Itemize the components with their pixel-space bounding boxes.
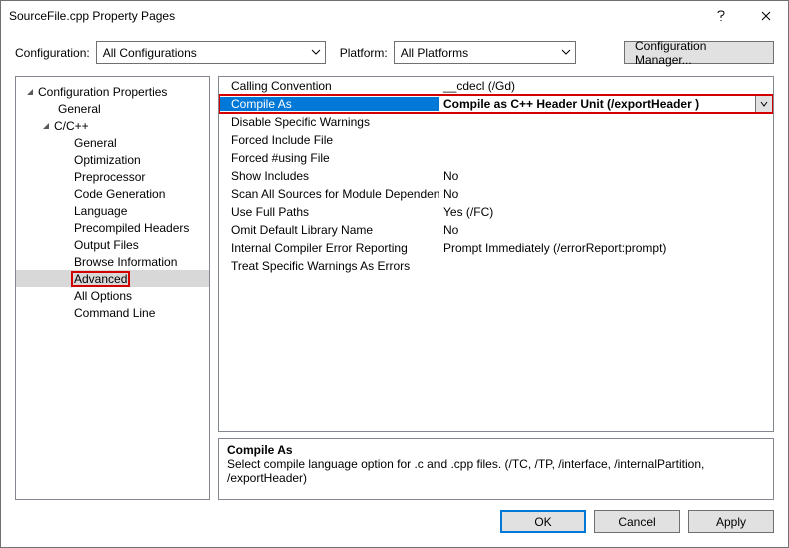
chevron-down-icon xyxy=(760,100,768,108)
tree-node-label: Command Line xyxy=(72,306,157,320)
property-pages-window: SourceFile.cpp Property Pages Configurat… xyxy=(0,0,789,548)
property-row[interactable]: Forced Include File xyxy=(219,131,773,149)
tree-node-label: General xyxy=(72,136,119,150)
property-row[interactable]: Calling Convention__cdecl (/Gd) xyxy=(219,77,773,95)
help-icon xyxy=(717,10,725,22)
property-value: No xyxy=(439,223,773,237)
tree-node-all-options[interactable]: All Options xyxy=(16,287,209,304)
help-button[interactable] xyxy=(698,1,743,31)
tree-node-optimization[interactable]: Optimization xyxy=(16,151,209,168)
property-name: Internal Compiler Error Reporting xyxy=(219,241,439,255)
value-dropdown-button[interactable] xyxy=(755,95,773,113)
property-row[interactable]: Disable Specific Warnings xyxy=(219,113,773,131)
property-name: Use Full Paths xyxy=(219,205,439,219)
property-row[interactable]: Omit Default Library NameNo xyxy=(219,221,773,239)
window-title: SourceFile.cpp Property Pages xyxy=(9,9,175,23)
property-value: Yes (/FC) xyxy=(439,205,773,219)
property-name: Scan All Sources for Module Dependencies xyxy=(219,187,439,201)
tree-node-label: Optimization xyxy=(72,153,143,167)
tree-node-command-line[interactable]: Command Line xyxy=(16,304,209,321)
description-text: Select compile language option for .c an… xyxy=(227,457,765,485)
cancel-button[interactable]: Cancel xyxy=(594,510,680,533)
tree-node-label: All Options xyxy=(72,289,134,303)
property-row[interactable]: Forced #using File xyxy=(219,149,773,167)
dialog-footer: OK Cancel Apply xyxy=(15,510,774,533)
tree-node-label: Code Generation xyxy=(72,187,167,201)
property-row[interactable]: Compile AsCompile as C++ Header Unit (/e… xyxy=(219,95,773,113)
property-grid[interactable]: Calling Convention__cdecl (/Gd)Compile A… xyxy=(218,76,774,432)
ok-button[interactable]: OK xyxy=(500,510,586,533)
chevron-down-icon xyxy=(561,46,571,58)
property-value: Compile as C++ Header Unit (/exportHeade… xyxy=(439,97,755,111)
tree-node-browse-information[interactable]: Browse Information xyxy=(16,253,209,270)
tree-node-label: Output Files xyxy=(72,238,141,252)
tree-node-root[interactable]: Configuration Properties xyxy=(16,83,209,100)
tree-node-label: Preprocessor xyxy=(72,170,147,184)
nav-tree[interactable]: Configuration Properties General C/C++ G… xyxy=(15,76,210,500)
configuration-label: Configuration: xyxy=(15,46,90,60)
collapse-icon[interactable] xyxy=(40,122,52,130)
property-row[interactable]: Scan All Sources for Module Dependencies… xyxy=(219,185,773,203)
tree-node-preprocessor[interactable]: Preprocessor xyxy=(16,168,209,185)
tree-node-label: Precompiled Headers xyxy=(72,221,191,235)
property-name: Show Includes xyxy=(219,169,439,183)
property-value: No xyxy=(439,169,773,183)
configuration-manager-button[interactable]: Configuration Manager... xyxy=(624,41,774,64)
property-name: Forced Include File xyxy=(219,133,439,147)
property-value: Prompt Immediately (/errorReport:prompt) xyxy=(439,241,773,255)
tree-node-label: Advanced xyxy=(72,272,129,286)
property-value: No xyxy=(439,187,773,201)
close-button[interactable] xyxy=(743,1,788,31)
tree-node-label: Browse Information xyxy=(72,255,179,269)
property-row[interactable]: Use Full PathsYes (/FC) xyxy=(219,203,773,221)
tree-node-precompiled-headers[interactable]: Precompiled Headers xyxy=(16,219,209,236)
tree-node-language[interactable]: Language xyxy=(16,202,209,219)
tree-node-code-generation[interactable]: Code Generation xyxy=(16,185,209,202)
platform-value: All Platforms xyxy=(401,46,468,60)
tree-node-label: Language xyxy=(72,204,129,218)
close-icon xyxy=(761,11,771,21)
property-name: Compile As xyxy=(219,97,439,111)
property-value: __cdecl (/Gd) xyxy=(439,79,773,93)
chevron-down-icon xyxy=(311,46,321,58)
description-box: Compile As Select compile language optio… xyxy=(218,438,774,500)
tree-node-output-files[interactable]: Output Files xyxy=(16,236,209,253)
property-name: Treat Specific Warnings As Errors xyxy=(219,259,439,273)
apply-button[interactable]: Apply xyxy=(688,510,774,533)
property-row[interactable]: Internal Compiler Error ReportingPrompt … xyxy=(219,239,773,257)
property-name: Omit Default Library Name xyxy=(219,223,439,237)
tree-node-advanced[interactable]: Advanced xyxy=(16,270,209,287)
platform-label: Platform: xyxy=(340,46,388,60)
property-name: Forced #using File xyxy=(219,151,439,165)
configuration-dropdown[interactable]: All Configurations xyxy=(96,41,326,64)
property-row[interactable]: Show IncludesNo xyxy=(219,167,773,185)
tree-node-general[interactable]: General xyxy=(16,100,209,117)
configuration-row: Configuration: All Configurations Platfo… xyxy=(15,41,774,64)
configuration-value: All Configurations xyxy=(103,46,197,60)
property-row[interactable]: Treat Specific Warnings As Errors xyxy=(219,257,773,275)
collapse-icon[interactable] xyxy=(24,88,36,96)
description-title: Compile As xyxy=(227,443,765,457)
titlebar: SourceFile.cpp Property Pages xyxy=(1,1,788,31)
tree-node-cpp[interactable]: C/C++ xyxy=(16,117,209,134)
property-name: Disable Specific Warnings xyxy=(219,115,439,129)
tree-node-general[interactable]: General xyxy=(16,134,209,151)
platform-dropdown[interactable]: All Platforms xyxy=(394,41,576,64)
property-name: Calling Convention xyxy=(219,79,439,93)
